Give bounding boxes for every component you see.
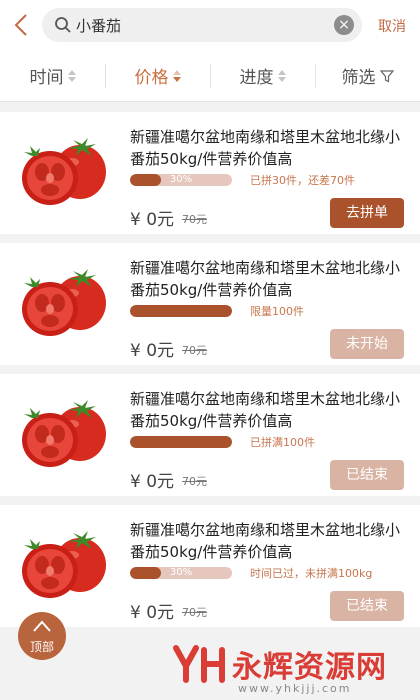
- filter-bar: 时间 价格 进度 筛选: [0, 50, 420, 102]
- sort-arrows-icon: [67, 69, 76, 82]
- cancel-button[interactable]: 取消: [378, 16, 406, 36]
- watermark-logo: [173, 645, 225, 683]
- price: ¥ 0元: [130, 472, 175, 492]
- status-text: 时间已过，未拼满100kg: [250, 567, 373, 580]
- product-list: 新疆准噶尔盆地南缘和塔里木盆地北缘小番茄50kg/件营养价值高 30% 已拼30…: [0, 112, 420, 627]
- product-card[interactable]: 新疆准噶尔盆地南缘和塔里木盆地北缘小番茄50kg/件营养价值高 30% 已拼30…: [0, 112, 420, 234]
- filter-time[interactable]: 时间: [0, 50, 105, 101]
- sort-arrows-icon: [277, 69, 286, 82]
- price: ¥ 0元: [130, 210, 175, 230]
- filter-label: 价格: [134, 68, 169, 88]
- filter-label: 时间: [29, 68, 64, 88]
- tomato-image: [22, 269, 106, 336]
- original-price: 70元: [182, 606, 207, 619]
- back-button[interactable]: [8, 8, 34, 42]
- chevron-left-icon: [14, 14, 27, 36]
- search-bar: 小番茄 × 取消: [0, 0, 420, 50]
- filter-label: 进度: [239, 68, 274, 88]
- progress-fill: [130, 305, 232, 317]
- product-title: 新疆准噶尔盆地南缘和塔里木盆地北缘小番茄50kg/件营养价值高: [130, 128, 401, 168]
- search-icon: [55, 17, 71, 33]
- clear-icon[interactable]: ×: [334, 15, 354, 35]
- search-box[interactable]: 小番茄 ×: [42, 8, 362, 42]
- filter-label: 筛选: [341, 68, 376, 88]
- sort-arrows-icon: [172, 69, 181, 82]
- ended-button[interactable]: 已结束: [330, 591, 404, 621]
- price: ¥ 0元: [130, 603, 175, 623]
- progress-bar: 30%: [130, 174, 232, 186]
- product-title: 新疆准噶尔盆地南缘和塔里木盆地北缘小番茄50kg/件营养价值高: [130, 390, 401, 430]
- back-to-top-button[interactable]: 顶部: [18, 612, 66, 660]
- product-card[interactable]: 新疆准噶尔盆地南缘和塔里木盆地北缘小番茄50kg/件营养价值高 30% 时间已过…: [0, 505, 420, 627]
- watermark-name: 永辉资源网: [232, 650, 387, 685]
- search-input[interactable]: 小番茄: [76, 15, 121, 36]
- watermark: 永辉资源网 www.yhkjjj.com: [172, 640, 412, 698]
- progress-percent: 30%: [169, 567, 193, 578]
- product-card[interactable]: 新疆准噶尔盆地南缘和塔里木盆地北缘小番茄50kg/件营养价值高 限量100件 ¥…: [0, 243, 420, 365]
- ended-button[interactable]: 已结束: [330, 460, 404, 490]
- progress-fill: [130, 436, 232, 448]
- original-price: 70元: [182, 213, 207, 226]
- join-group-button[interactable]: 去拼单: [330, 198, 404, 228]
- progress-bar: [130, 436, 232, 448]
- product-card[interactable]: 新疆准噶尔盆地南缘和塔里木盆地北缘小番茄50kg/件营养价值高 已拼满100件 …: [0, 374, 420, 496]
- tomato-image: [22, 531, 106, 598]
- not-started-button[interactable]: 未开始: [330, 329, 404, 359]
- filter-progress[interactable]: 进度: [210, 50, 315, 101]
- original-price: 70元: [182, 344, 207, 357]
- original-price: 70元: [182, 475, 207, 488]
- funnel-icon: [379, 69, 394, 82]
- back-to-top-label: 顶部: [29, 640, 54, 654]
- status-text: 限量100件: [250, 305, 304, 318]
- tomato-image: [22, 138, 106, 205]
- watermark-url: www.yhkjjj.com: [238, 682, 352, 695]
- status-text: 已拼满100件: [250, 436, 315, 449]
- product-title: 新疆准噶尔盆地南缘和塔里木盆地北缘小番茄50kg/件营养价值高: [130, 259, 401, 299]
- progress-percent: 30%: [169, 174, 193, 185]
- progress-bar: [130, 305, 232, 317]
- filter-price[interactable]: 价格: [105, 50, 210, 101]
- chevron-up-icon: [33, 620, 51, 632]
- price: ¥ 0元: [130, 341, 175, 361]
- status-text: 已拼30件，还差70件: [250, 174, 355, 187]
- tomato-image: [22, 400, 106, 467]
- progress-bar: 30%: [130, 567, 232, 579]
- filter-filter[interactable]: 筛选: [315, 50, 420, 101]
- product-title: 新疆准噶尔盆地南缘和塔里木盆地北缘小番茄50kg/件营养价值高: [130, 521, 401, 561]
